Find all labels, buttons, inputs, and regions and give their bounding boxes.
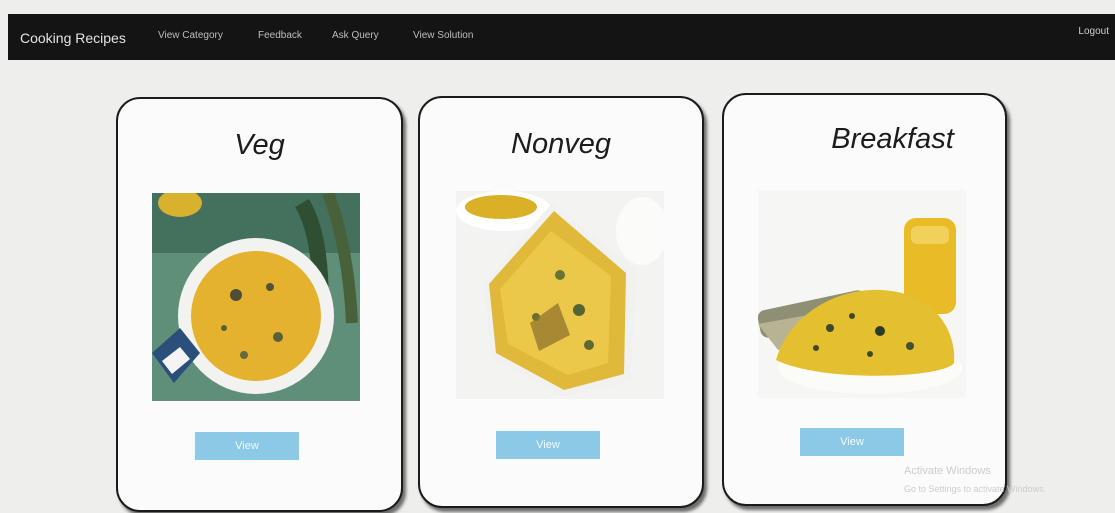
card-title: Breakfast: [831, 123, 954, 155]
veg-dish-image: [152, 193, 360, 401]
windows-activation-watermark: Activate Windows Go to Settings to activ…: [904, 462, 1046, 498]
view-button[interactable]: View: [496, 431, 600, 459]
view-button[interactable]: View: [195, 432, 299, 460]
category-card-nonveg: Nonveg View: [418, 96, 704, 508]
brand-link[interactable]: Cooking Recipes: [20, 30, 126, 46]
category-card-veg: Veg View: [116, 97, 403, 512]
nonveg-dish-image: [456, 191, 664, 399]
breakfast-dish-image: [758, 190, 966, 398]
nav-feedback[interactable]: Feedback: [258, 30, 302, 41]
category-card-breakfast: Breakfast View: [722, 93, 1007, 506]
card-title: Veg: [234, 129, 285, 161]
view-button[interactable]: View: [800, 428, 904, 456]
watermark-title: Activate Windows: [904, 465, 991, 477]
logout-link[interactable]: Logout: [1078, 26, 1109, 37]
nav-view-solution[interactable]: View Solution: [413, 30, 473, 41]
watermark-subtitle: Go to Settings to activate Windows.: [904, 484, 1047, 494]
nav-ask-query[interactable]: Ask Query: [332, 30, 379, 41]
card-title: Nonveg: [511, 128, 611, 160]
nav-view-category[interactable]: View Category: [158, 30, 223, 41]
top-navbar: Cooking Recipes View Category Feedback A…: [8, 14, 1115, 60]
